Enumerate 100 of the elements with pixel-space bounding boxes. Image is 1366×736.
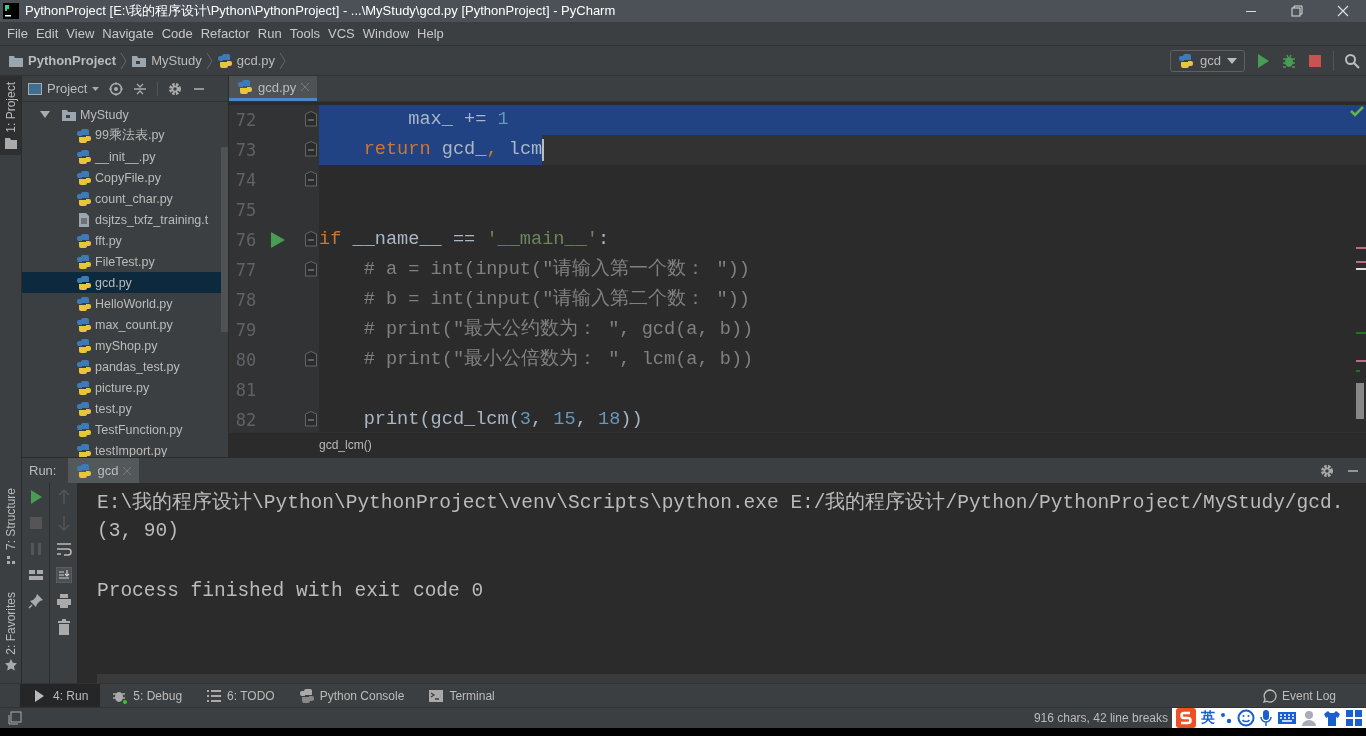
fold-marker-icon[interactable] bbox=[305, 231, 317, 249]
bug-icon[interactable] bbox=[1281, 52, 1297, 69]
smiley-icon[interactable] bbox=[1237, 709, 1255, 727]
tool-window-tab[interactable]: 1: Project bbox=[0, 76, 21, 155]
tree-item[interactable]: FileTest.py bbox=[22, 251, 221, 272]
code-line: # a = int(input("请输入第一个数： ")) bbox=[362, 257, 750, 282]
tool-window-tab[interactable]: 2: Favorites bbox=[0, 586, 21, 677]
tree-item[interactable]: dsjtzs_txfz_training.t bbox=[22, 209, 221, 230]
menu-item[interactable]: Run bbox=[254, 26, 287, 41]
project-view-dropdown[interactable]: Project bbox=[28, 81, 100, 96]
structure-icon bbox=[4, 554, 17, 567]
target-icon[interactable] bbox=[109, 81, 124, 96]
terminal-icon bbox=[428, 687, 445, 704]
run-configuration-dropdown[interactable]: gcd bbox=[1170, 49, 1245, 72]
scroll-to-end-icon[interactable] bbox=[55, 567, 72, 583]
menu-item[interactable]: Refactor bbox=[197, 26, 255, 41]
stop-icon[interactable] bbox=[1307, 52, 1323, 69]
tool-window-tab[interactable]: Python Console bbox=[286, 684, 417, 707]
close-icon[interactable] bbox=[123, 466, 132, 475]
input-mode-label[interactable]: 英 bbox=[1201, 709, 1215, 727]
console-output-line: Process finished with exit code 0 bbox=[97, 580, 484, 602]
chevron-icon bbox=[120, 51, 128, 70]
tree-item[interactable]: picture.py bbox=[22, 377, 221, 398]
tree-item[interactable]: CopyFile.py bbox=[22, 167, 221, 188]
grid-icon[interactable] bbox=[1345, 709, 1363, 727]
python-file-icon bbox=[76, 400, 92, 417]
tool-window-tab[interactable]: Terminal bbox=[416, 684, 507, 707]
soft-wrap-icon[interactable] bbox=[55, 541, 72, 557]
input-method-toolbar[interactable]: 英 bbox=[1172, 708, 1366, 728]
tree-item[interactable]: HelloWorld.py bbox=[22, 293, 221, 314]
keyboard-icon[interactable] bbox=[1277, 710, 1297, 726]
fold-marker-icon[interactable] bbox=[305, 171, 317, 189]
tree-item[interactable]: pandas_test.py bbox=[22, 356, 221, 377]
tree-item[interactable]: 99乘法表.py bbox=[22, 125, 221, 146]
scrollbar[interactable] bbox=[97, 674, 1366, 683]
settings-icon[interactable] bbox=[168, 81, 183, 96]
event-log-button[interactable]: Event Log bbox=[1262, 688, 1366, 703]
layout-icon[interactable] bbox=[27, 567, 44, 583]
collapse-icon[interactable] bbox=[133, 81, 148, 96]
tool-window-tab[interactable]: 5: Debug bbox=[100, 684, 195, 707]
tool-window-tab[interactable]: 7: Structure bbox=[0, 482, 21, 573]
tree-item[interactable]: MyStudy bbox=[22, 104, 221, 125]
breadcrumb-item[interactable]: PythonProject bbox=[28, 53, 117, 68]
tool-window-tab[interactable]: 6: TODO bbox=[194, 684, 287, 707]
fold-marker-icon[interactable] bbox=[305, 111, 317, 129]
close-icon[interactable] bbox=[301, 83, 310, 91]
text-file-icon bbox=[76, 211, 92, 228]
code-line: if __name__ == '__main__': bbox=[319, 228, 610, 252]
editor-tab[interactable]: gcd.py bbox=[229, 76, 318, 101]
menu-item[interactable]: Window bbox=[359, 26, 415, 41]
menu-item[interactable]: Tools bbox=[286, 26, 326, 41]
folder-icon bbox=[4, 136, 17, 149]
menu-item[interactable]: Code bbox=[158, 26, 198, 41]
microphone-icon[interactable] bbox=[1259, 709, 1273, 727]
tree-item[interactable]: fft.py bbox=[22, 230, 221, 251]
scrollbar[interactable] bbox=[221, 147, 228, 332]
caret-icon bbox=[1227, 57, 1237, 64]
status-text: 916 chars, 42 line breaks bbox=[1033, 711, 1168, 725]
breadcrumb-item[interactable]: gcd.py bbox=[236, 53, 275, 68]
run-icon[interactable] bbox=[1255, 52, 1271, 69]
tree-item[interactable]: testImport.py bbox=[22, 440, 221, 457]
trash-icon[interactable] bbox=[55, 619, 72, 635]
tree-item[interactable]: __init__.py bbox=[22, 146, 221, 167]
window-icon[interactable] bbox=[8, 711, 22, 725]
menu-item[interactable]: File bbox=[4, 26, 33, 41]
fold-marker-icon[interactable] bbox=[305, 261, 317, 279]
tree-item[interactable]: TestFunction.py bbox=[22, 419, 221, 440]
tree-item[interactable]: myShop.py bbox=[22, 335, 221, 356]
settings-icon[interactable] bbox=[1320, 463, 1334, 478]
menu-item[interactable]: VCS bbox=[325, 26, 360, 41]
tree-item[interactable]: count_char.py bbox=[22, 188, 221, 209]
code-line: print(gcd_lcm(3, 15, 18)) bbox=[362, 408, 643, 432]
menu-item[interactable]: Edit bbox=[32, 26, 64, 41]
breadcrumb-item[interactable]: MyStudy bbox=[151, 53, 202, 68]
scrollbar[interactable] bbox=[1356, 383, 1364, 419]
menu-item[interactable]: View bbox=[63, 26, 100, 41]
menu-item[interactable]: Help bbox=[414, 26, 449, 41]
tool-window-tab[interactable]: 4: Run bbox=[20, 684, 101, 707]
expanded-arrow-icon[interactable] bbox=[40, 109, 50, 120]
run-tab[interactable]: gcd bbox=[68, 458, 140, 483]
python-file-icon bbox=[237, 79, 253, 95]
python-file-icon bbox=[76, 379, 92, 396]
fold-marker-icon[interactable] bbox=[305, 351, 317, 369]
python-file-icon bbox=[76, 169, 92, 186]
print-icon[interactable] bbox=[55, 593, 72, 609]
pin-icon[interactable] bbox=[27, 593, 44, 609]
breadcrumb-item[interactable]: gcd_lcm() bbox=[319, 438, 372, 452]
tree-item[interactable]: test.py bbox=[22, 398, 221, 419]
punctuation-icon[interactable] bbox=[1219, 710, 1233, 726]
folder-icon bbox=[131, 53, 148, 68]
panel-icon bbox=[28, 82, 42, 95]
shirt-icon[interactable] bbox=[1323, 709, 1341, 727]
fold-marker-icon[interactable] bbox=[305, 141, 317, 159]
python-icon bbox=[298, 687, 315, 704]
run-icon[interactable] bbox=[271, 232, 285, 248]
menu-item[interactable]: Navigate bbox=[99, 26, 159, 41]
fold-marker-icon[interactable] bbox=[305, 411, 317, 429]
tree-item[interactable]: gcd.py bbox=[22, 272, 221, 293]
tree-item[interactable]: max_count.py bbox=[22, 314, 221, 335]
search-icon[interactable] bbox=[1344, 52, 1360, 69]
